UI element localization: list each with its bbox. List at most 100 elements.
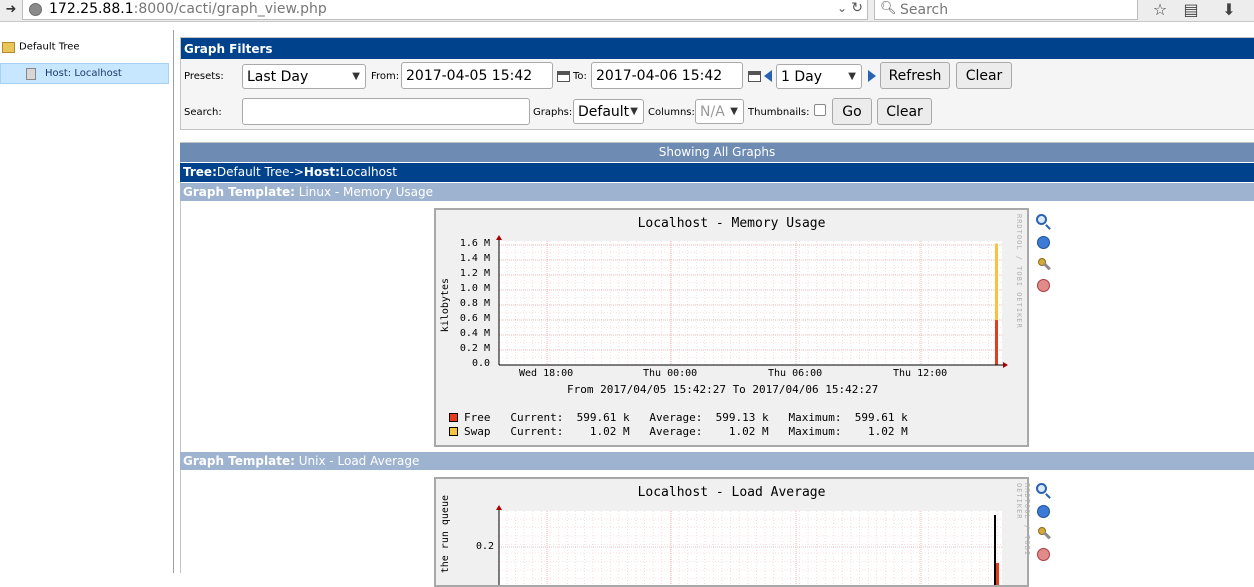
- clear-search-button[interactable]: Clear: [877, 98, 932, 125]
- y-axis-label: kilobytes: [440, 278, 451, 333]
- from-label: From:: [371, 71, 400, 82]
- page-top-icon[interactable]: [1037, 279, 1050, 292]
- x-tick-label: Wed 18:00: [519, 368, 574, 379]
- y-tick-label: 1.6 M: [459, 238, 490, 249]
- series-load-area: [996, 563, 999, 585]
- x-axis-arrow: [1003, 362, 1008, 368]
- y-tick-label: 1.2 M: [459, 268, 490, 279]
- presets-select[interactable]: Last Day ▼: [242, 64, 366, 89]
- plot-area: [499, 511, 1002, 585]
- server-icon: [26, 68, 36, 80]
- search-label: Search:: [184, 107, 222, 118]
- legend-swatch-swap: [449, 426, 458, 436]
- from-date-input[interactable]: 2017-04-05 15:42: [401, 62, 553, 89]
- reload-icon[interactable]: ↻: [851, 0, 863, 16]
- page-top-icon[interactable]: [1037, 548, 1050, 561]
- to-label: To:: [573, 71, 587, 82]
- refresh-button[interactable]: Refresh: [880, 62, 950, 89]
- y-axis-arrow: [496, 505, 502, 510]
- template-bar-load: Graph Template: Unix - Load Average: [180, 452, 1254, 470]
- calendar-icon[interactable]: [748, 71, 761, 82]
- timespan-value: 1 Day: [781, 69, 823, 85]
- zoom-graph-icon[interactable]: [1036, 483, 1052, 499]
- to-date-input[interactable]: 2017-04-06 15:42: [591, 62, 743, 89]
- graphs-select[interactable]: Default ▼: [573, 99, 644, 124]
- search-placeholder: Search: [900, 2, 949, 18]
- columns-value: N/A: [700, 104, 725, 120]
- tree-item-default-tree[interactable]: Default Tree: [2, 40, 80, 58]
- x-tick-label: Thu 06:00: [768, 368, 823, 379]
- rrdtool-credit: RRDTOOL / TOBI OETIKER: [1015, 214, 1023, 329]
- tree-root-label: Default Tree: [19, 41, 80, 53]
- url-text: 172.25.88.1:8000/cacti/graph_view.php: [49, 1, 327, 17]
- legend-swatch-free: [449, 412, 458, 422]
- back-arrow-icon[interactable]: ➜: [2, 2, 20, 18]
- tree-host-label: Host: Localhost: [45, 68, 122, 79]
- folder-icon: [2, 41, 15, 53]
- series-free-area: [995, 320, 998, 365]
- template-key: Graph Template:: [183, 454, 295, 468]
- presets-value: Last Day: [247, 69, 309, 85]
- globe-icon: [29, 3, 42, 16]
- wrench-icon[interactable]: [1036, 525, 1052, 541]
- chevron-down-icon: ▼: [352, 71, 360, 82]
- memory-graph-plot: [496, 235, 1008, 368]
- shift-right-icon[interactable]: [868, 70, 876, 82]
- template-bar-memory: Graph Template: Linux - Memory Usage: [180, 183, 1254, 201]
- memory-usage-graph[interactable]: Localhost - Memory Usage RRDTOOL / TOBI …: [434, 208, 1029, 447]
- shift-left-icon[interactable]: [764, 70, 772, 82]
- export-csv-icon[interactable]: [1037, 505, 1050, 518]
- export-csv-icon[interactable]: [1037, 236, 1050, 249]
- url-bar[interactable]: 172.25.88.1:8000/cacti/graph_view.php ⌄ …: [22, 0, 868, 20]
- legend-free-text: Free Current: 599.61 k Average: 599.13 k…: [464, 411, 908, 424]
- browser-toolbar: ➜ 172.25.88.1:8000/cacti/graph_view.php …: [0, 0, 1254, 22]
- graph-search-input[interactable]: [242, 98, 530, 125]
- template-value: Unix - Load Average: [298, 454, 420, 468]
- chevron-down-icon: ▼: [730, 106, 738, 117]
- template-key: Graph Template:: [183, 185, 295, 199]
- zoom-graph-icon[interactable]: [1036, 214, 1052, 230]
- y-tick-label: 1.4 M: [459, 253, 490, 264]
- template-value: Linux - Memory Usage: [298, 185, 434, 199]
- graphs-value: Default: [578, 104, 630, 120]
- thumbnails-checkbox[interactable]: [814, 104, 826, 116]
- graph-title: Localhost - Memory Usage: [637, 216, 826, 231]
- load-average-graph[interactable]: Localhost - Load Average RRDTOOL / TOBI …: [434, 477, 1031, 587]
- graphs-label: Graphs:: [533, 107, 573, 118]
- y-tick-label: 0.8 M: [459, 298, 490, 309]
- download-icon[interactable]: ⬇: [1218, 0, 1240, 20]
- calendar-icon[interactable]: [557, 71, 570, 82]
- x-tick-label: Thu 00:00: [643, 368, 698, 379]
- y-tick-label: 0.0: [471, 358, 490, 369]
- columns-select[interactable]: N/A ▼: [695, 99, 744, 124]
- showing-all-graphs-bar: Showing All Graphs: [180, 143, 1254, 162]
- filters-title: Graph Filters: [181, 38, 1254, 59]
- browser-search-input[interactable]: 🔍︎ Search: [874, 0, 1138, 20]
- timespan-select[interactable]: 1 Day ▼: [776, 64, 862, 89]
- go-button[interactable]: Go: [832, 98, 872, 125]
- rrdtool-credit: RRDTOOL / TOBI OETIKER: [1015, 483, 1031, 557]
- y-tick-label: 0.2: [475, 541, 494, 552]
- tree-item-host-localhost[interactable]: Host: Localhost: [0, 63, 169, 84]
- columns-label: Columns:: [648, 107, 695, 118]
- graph-title: Localhost - Load Average: [637, 485, 826, 500]
- legend-free: Free Current: 599.61 k Average: 599.13 k…: [449, 411, 908, 424]
- bookmark-star-icon[interactable]: ☆: [1149, 0, 1171, 20]
- y-axis-label: the run queue: [440, 495, 451, 574]
- url-path: :8000/cacti/graph_view.php: [133, 1, 327, 17]
- presets-label: Presets:: [184, 71, 224, 82]
- chevron-down-icon: ▼: [630, 106, 638, 117]
- x-tick-label: Thu 12:00: [893, 368, 948, 379]
- chevron-down-icon[interactable]: ⌄: [837, 1, 847, 15]
- reading-list-icon[interactable]: ▤: [1180, 0, 1202, 20]
- host-key: Host:: [303, 165, 340, 179]
- y-tick-label: 0.2 M: [459, 343, 490, 354]
- thumbnails-label: Thumbnails:: [748, 107, 810, 118]
- clear-button[interactable]: Clear: [956, 62, 1012, 89]
- wrench-icon[interactable]: [1036, 256, 1052, 272]
- y-axis-arrow: [496, 235, 502, 240]
- legend-swap-text: Swap Current: 1.02 M Average: 1.02 M Max…: [464, 425, 908, 438]
- y-tick-label: 1.0 M: [459, 283, 490, 294]
- host-value: Localhost: [339, 165, 397, 179]
- tree-value: Default Tree->: [216, 165, 304, 179]
